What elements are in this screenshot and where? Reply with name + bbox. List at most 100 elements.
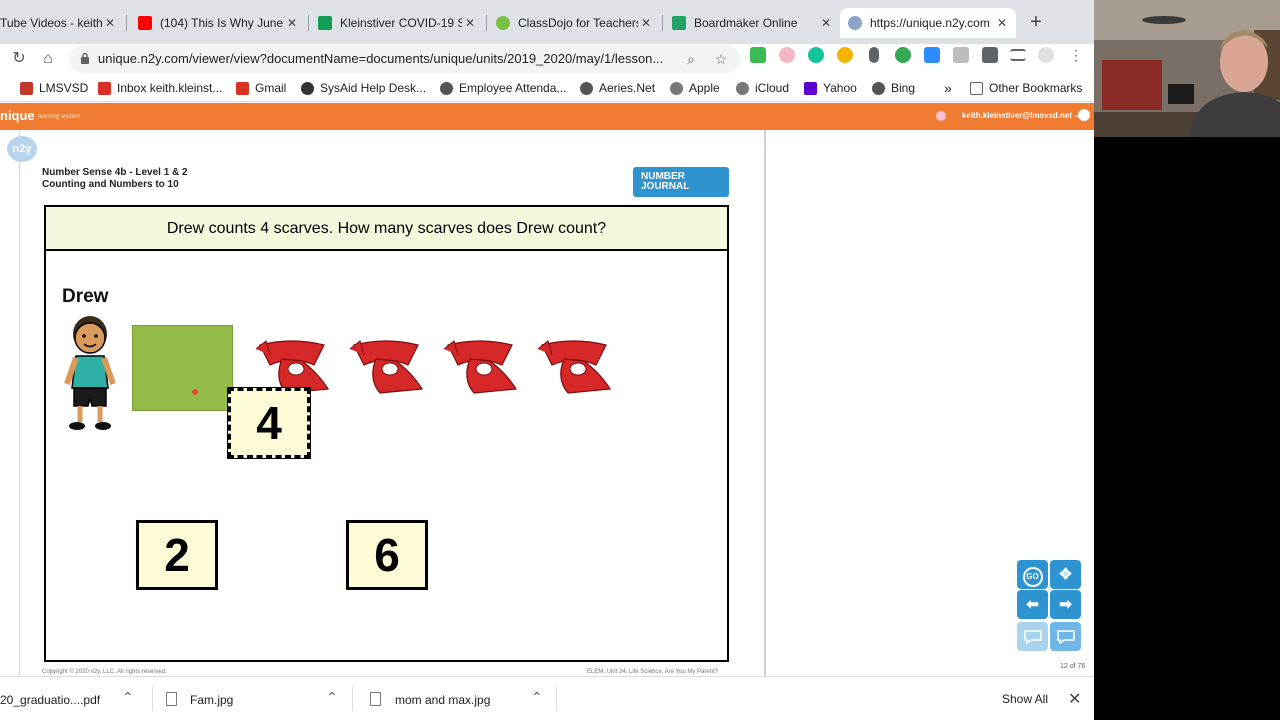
extension-icon[interactable]: [1038, 47, 1054, 63]
move-icon[interactable]: ✥: [1050, 560, 1081, 589]
bookmark-label: Other Bookmarks: [989, 81, 1083, 95]
tab-youtube-videos[interactable]: Tube Videos - keith ✕: [0, 8, 124, 38]
reading-list-icon[interactable]: [1010, 49, 1026, 61]
chevron-up-icon[interactable]: ⌃: [122, 689, 134, 706]
bookmarks-bar: LMSVSD Inbox keith.kleinst... Gmail SysA…: [0, 74, 1094, 102]
bookmark-employee-attendance[interactable]: Employee Attenda...: [440, 79, 566, 97]
bookmark-gmail[interactable]: Gmail: [236, 79, 286, 97]
bookmark-aeries[interactable]: Aeries.Net: [580, 79, 655, 97]
user-email[interactable]: keith.kleinstiver@lmsvsd.net: [962, 111, 1072, 120]
reload-icon[interactable]: ↻: [8, 48, 30, 70]
grammarly-icon[interactable]: [808, 47, 824, 63]
zoom-meeting-icon[interactable]: [924, 47, 940, 63]
previous-page-button[interactable]: ⬅: [1017, 590, 1048, 619]
close-icon[interactable]: ✕: [462, 16, 478, 30]
drop-zone[interactable]: [132, 325, 233, 411]
show-all-button[interactable]: Show All: [992, 685, 1058, 713]
answer-card-option-b[interactable]: 6: [346, 520, 428, 590]
close-icon[interactable]: ✕: [284, 16, 300, 30]
bookmark-inbox[interactable]: Inbox keith.kleinst...: [98, 79, 222, 97]
app-header: nique learning system keith.kleinstiver@…: [0, 103, 1094, 130]
extension-icon[interactable]: [837, 47, 853, 63]
question-text: Drew counts 4 scarves. How many scarves …: [46, 207, 727, 251]
close-icon[interactable]: ✕: [1068, 689, 1081, 709]
puzzle-icon[interactable]: [982, 47, 998, 63]
brand-logo[interactable]: nique: [0, 108, 35, 123]
bookmark-icon: [20, 81, 33, 95]
menu-dots-icon[interactable]: ⋮: [1068, 47, 1084, 63]
globe-icon: [580, 81, 593, 95]
zoom-icon[interactable]: ⌕: [682, 50, 700, 68]
url-text: unique.n2y.com/viewer/view?documentName=…: [98, 51, 664, 66]
gmail-icon: [236, 81, 249, 95]
n2y-logo: n2y: [7, 136, 37, 162]
bookmark-label: Apple: [689, 81, 720, 95]
comment-icon: [1056, 630, 1075, 645]
address-bar[interactable]: unique.n2y.com/viewer/view?documentName=…: [70, 45, 740, 73]
close-icon[interactable]: ✕: [638, 16, 654, 30]
download-item-pdf[interactable]: 20_graduatio....pdf: [0, 693, 100, 707]
tab-classdojo[interactable]: ClassDojo for Teachers ✕: [488, 8, 660, 38]
bookmark-label: iCloud: [755, 81, 790, 95]
apple-icon: [736, 81, 749, 95]
download-item-fam[interactable]: Fam.jpg: [190, 693, 233, 707]
bookmark-sysaid[interactable]: SysAid Help Desk...: [301, 79, 426, 97]
divider: [352, 687, 353, 711]
activity-page: Drew counts 4 scarves. How many scarves …: [44, 205, 729, 662]
bookmark-lmsvsd[interactable]: LMSVSD: [20, 79, 88, 97]
bookmark-label: Aeries.Net: [599, 81, 656, 95]
bookmark-bing[interactable]: Bing: [872, 79, 915, 97]
bookmark-icloud[interactable]: iCloud: [736, 79, 789, 97]
chevron-up-icon[interactable]: ⌃: [531, 689, 543, 706]
yahoo-icon: [804, 81, 817, 95]
download-item-mom-max[interactable]: mom and max.jpg: [395, 693, 490, 707]
bookmark-star-icon[interactable]: ☆: [712, 50, 730, 68]
tab-unique-n2y[interactable]: https://unique.n2y.com ✕: [840, 8, 1016, 38]
unit-subtitle: Counting and Numbers to 10: [42, 179, 179, 190]
webcam-feed: [1094, 0, 1280, 137]
webcam-image: [1094, 0, 1280, 137]
scarf-icon[interactable]: [346, 335, 426, 397]
close-icon[interactable]: ✕: [994, 16, 1010, 30]
character-name: Drew: [62, 286, 109, 307]
bookmark-label: Gmail: [255, 81, 287, 95]
new-tab-button[interactable]: +: [1026, 12, 1046, 32]
downloads-bar: 20_graduatio....pdf ⌃ Fam.jpg ⌃ mom and …: [0, 676, 1094, 720]
extension-icon[interactable]: [750, 47, 766, 63]
scarf-icon[interactable]: [534, 335, 614, 397]
scarf-icon[interactable]: [440, 335, 520, 397]
speech-bubble-icon[interactable]: [1050, 622, 1081, 651]
black-background: [1094, 137, 1280, 720]
tab-title: Tube Videos - keith: [0, 16, 102, 30]
tab-youtube-june[interactable]: (104) This Is Why June ✕: [130, 8, 306, 38]
answer-card-option-a[interactable]: 2: [136, 520, 218, 590]
bookmark-apple[interactable]: Apple: [670, 79, 720, 97]
tab-kleinstiver-covid[interactable]: Kleinstiver COVID-19 St ✕: [310, 8, 484, 38]
next-page-button[interactable]: ➡: [1050, 590, 1081, 619]
tab-separator: [308, 15, 309, 31]
bookmark-label: Yahoo: [823, 81, 857, 95]
tab-title: ClassDojo for Teachers: [518, 16, 638, 30]
footer-reference: ELEM. Unit 24, Life Science, Are You My …: [587, 669, 719, 675]
go-button[interactable]: GO: [1017, 560, 1048, 589]
tab-separator: [662, 15, 663, 31]
boardmaker-icon: [672, 16, 686, 30]
user-menu-icon[interactable]: [1078, 109, 1090, 121]
answer-card-placed[interactable]: 4: [227, 387, 311, 459]
other-bookmarks[interactable]: Other Bookmarks: [970, 79, 1082, 97]
close-icon[interactable]: ✕: [102, 16, 118, 30]
tab-boardmaker[interactable]: Boardmaker Online ✕: [664, 8, 840, 38]
microphone-icon[interactable]: [869, 47, 879, 63]
extension-icon[interactable]: [953, 47, 969, 63]
extension-icon[interactable]: [895, 47, 911, 63]
bookmark-yahoo[interactable]: Yahoo: [804, 79, 857, 97]
chevron-up-icon[interactable]: ⌃: [326, 689, 338, 706]
divider: [19, 130, 20, 676]
extension-icon[interactable]: [779, 47, 795, 63]
speech-bubble-icon[interactable]: [1017, 622, 1048, 651]
close-icon[interactable]: ✕: [818, 16, 834, 30]
page-count: 12 of 76: [1060, 663, 1086, 670]
more-bookmarks-button[interactable]: »: [944, 79, 952, 97]
page-edge: [764, 130, 766, 676]
home-icon[interactable]: ⌂: [37, 48, 59, 70]
